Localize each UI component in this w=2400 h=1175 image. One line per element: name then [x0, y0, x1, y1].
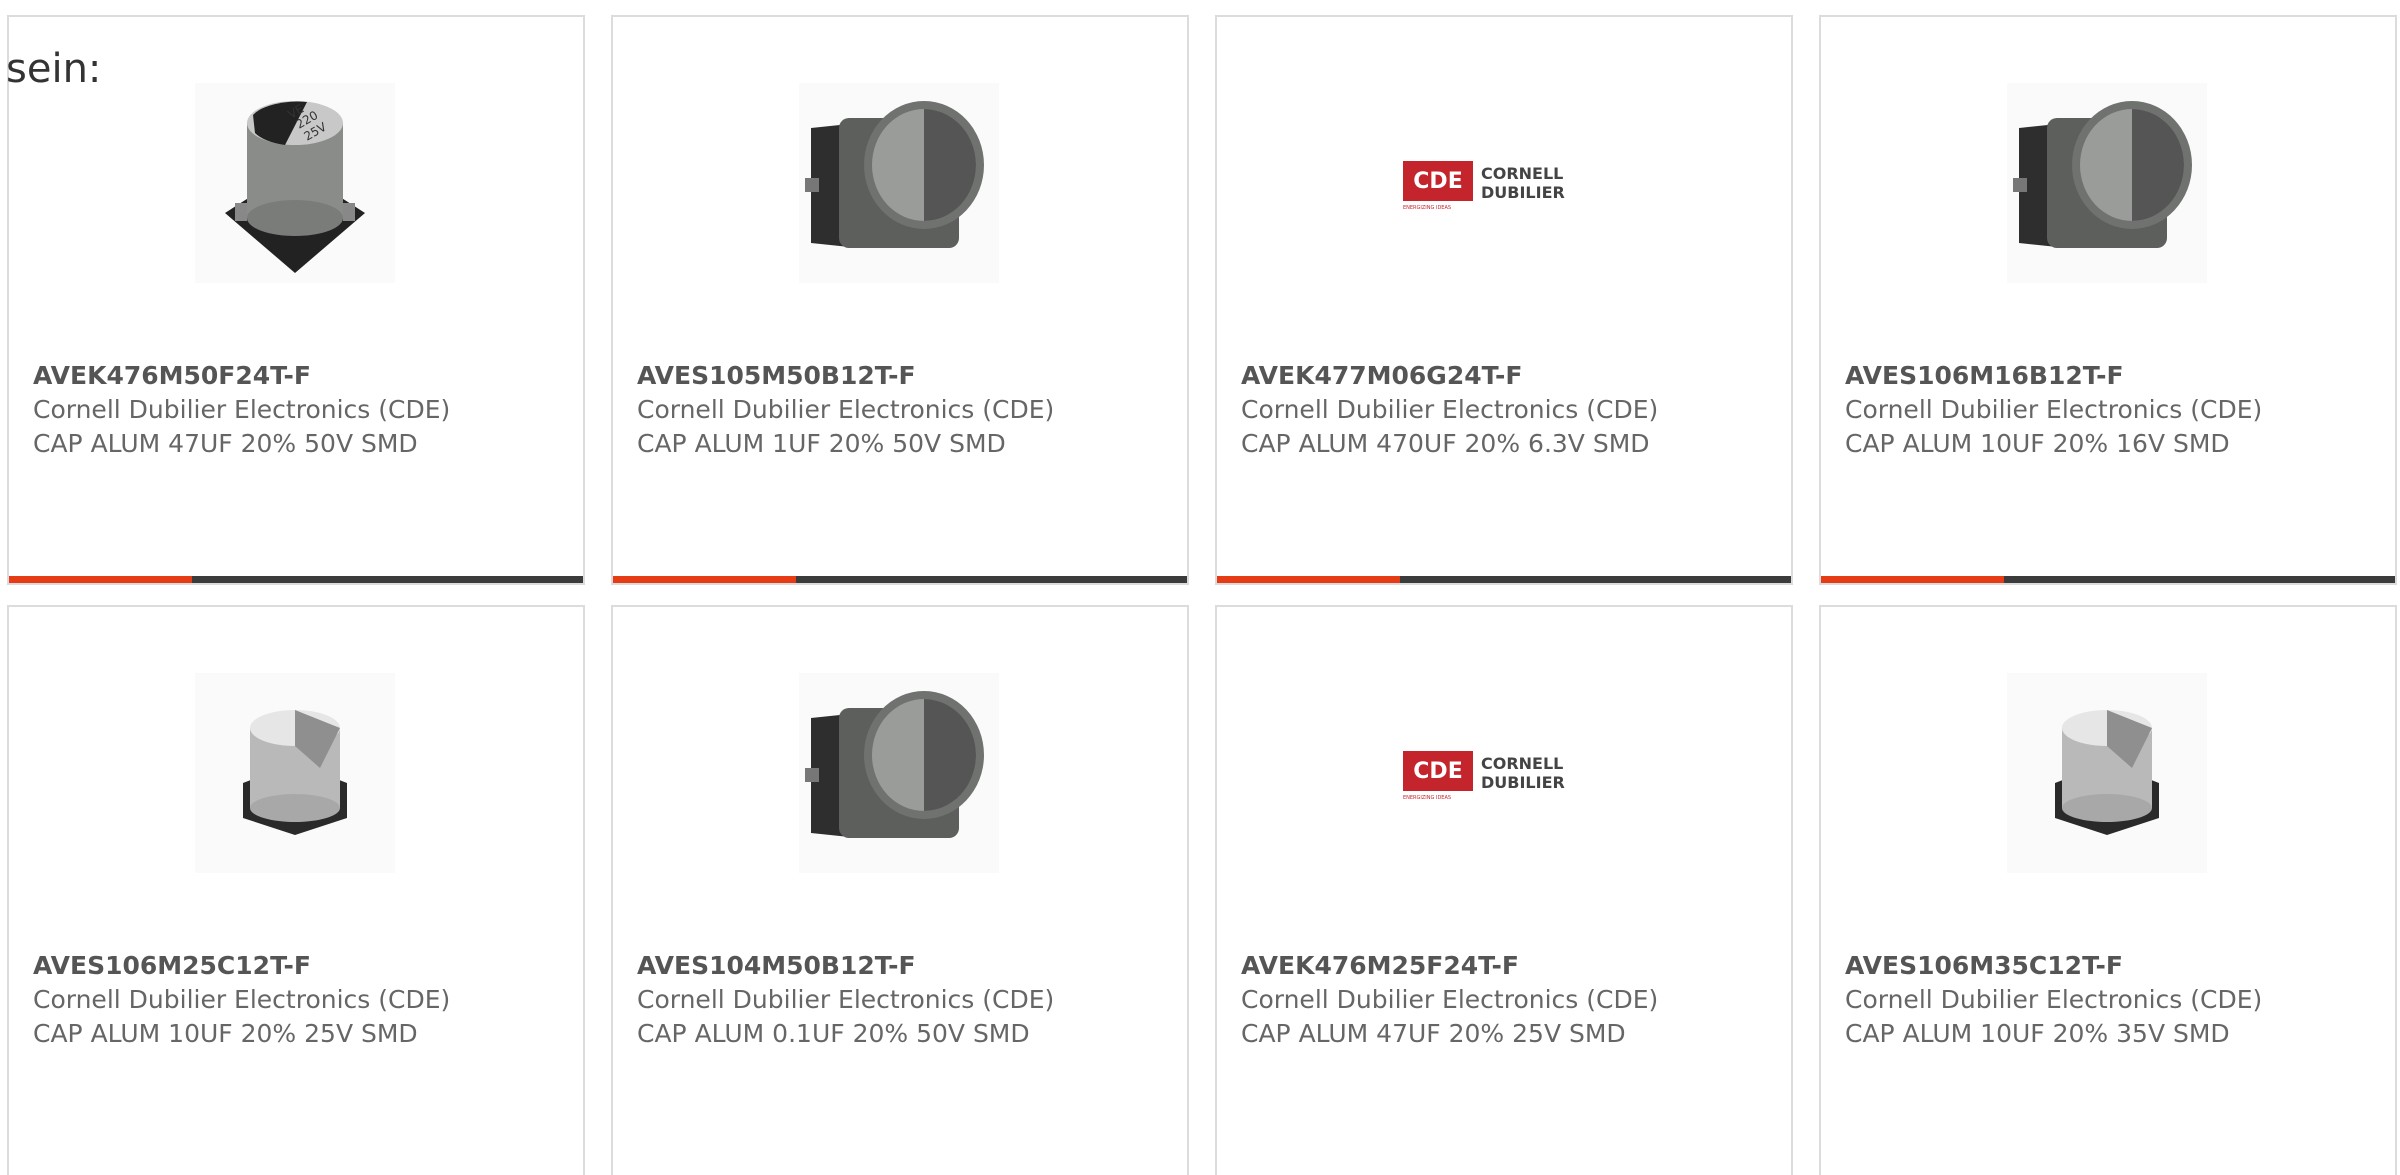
- part-number-link[interactable]: AVES106M16B12T-F: [1845, 359, 2385, 393]
- svg-text:DUBILIER: DUBILIER: [1481, 773, 1565, 792]
- product-description: CAP ALUM 10UF 20% 25V SMD: [33, 1019, 418, 1048]
- part-number-link[interactable]: AVES106M35C12T-F: [1845, 949, 2385, 983]
- part-number-link[interactable]: AVES105M50B12T-F: [637, 359, 1177, 393]
- svg-text:DUBILIER: DUBILIER: [1481, 183, 1565, 202]
- product-description: CAP ALUM 47UF 20% 25V SMD: [1241, 1019, 1626, 1048]
- cde-logo: CDE CORNELL DUBILIER ENERGIZING IDEAS: [1403, 161, 1565, 211]
- part-number-link[interactable]: AVES106M25C12T-F: [33, 949, 573, 983]
- capacitor-silver-icon: [243, 710, 347, 835]
- product-image: [799, 83, 999, 283]
- manufacturer-name: Cornell Dubilier Electronics (CDE): [33, 395, 451, 424]
- svg-text:CDE: CDE: [1413, 169, 1462, 194]
- product-card[interactable]: VE 220 25V AVEK476M50F24T-F Cornell Dubi…: [7, 15, 585, 585]
- svg-text:ENERGIZING IDEAS: ENERGIZING IDEAS: [1403, 795, 1451, 801]
- svg-text:CORNELL: CORNELL: [1481, 754, 1563, 773]
- capacitor-silver-icon: [2055, 710, 2159, 835]
- manufacturer-name: Cornell Dubilier Electronics (CDE): [637, 985, 1055, 1014]
- part-number-link[interactable]: AVEK477M06G24T-F: [1241, 359, 1781, 393]
- product-card[interactable]: AVES104M50B12T-F Cornell Dubilier Electr…: [611, 605, 1189, 1175]
- product-image: [195, 673, 395, 873]
- product-description: CAP ALUM 47UF 20% 50V SMD: [33, 429, 418, 458]
- cde-logo: CDE CORNELL DUBILIER ENERGIZING IDEAS: [1403, 751, 1565, 801]
- product-image: CDE CORNELL DUBILIER ENERGIZING IDEAS: [1403, 673, 1603, 873]
- capacitor-side-icon: [2013, 101, 2192, 248]
- manufacturer-name: Cornell Dubilier Electronics (CDE): [1241, 395, 1659, 424]
- part-number-link[interactable]: AVES104M50B12T-F: [637, 949, 1177, 983]
- product-card[interactable]: CDE CORNELL DUBILIER ENERGIZING IDEAS AV…: [1215, 15, 1793, 585]
- svg-text:ENERGIZING IDEAS: ENERGIZING IDEAS: [1403, 205, 1451, 211]
- card-accent-bar: [1217, 576, 1791, 583]
- intro-text: sein:: [6, 46, 102, 92]
- product-image: CDE CORNELL DUBILIER ENERGIZING IDEAS: [1403, 83, 1603, 283]
- product-card[interactable]: AVES106M25C12T-F Cornell Dubilier Electr…: [7, 605, 585, 1175]
- manufacturer-name: Cornell Dubilier Electronics (CDE): [1845, 395, 2263, 424]
- product-card[interactable]: AVES106M16B12T-F Cornell Dubilier Electr…: [1819, 15, 2397, 585]
- product-image: [2007, 673, 2207, 873]
- svg-text:CORNELL: CORNELL: [1481, 164, 1563, 183]
- capacitor-side-icon: [805, 691, 984, 838]
- manufacturer-name: Cornell Dubilier Electronics (CDE): [1241, 985, 1659, 1014]
- product-image: [2007, 83, 2207, 283]
- product-description: CAP ALUM 1UF 20% 50V SMD: [637, 429, 1006, 458]
- product-description: CAP ALUM 10UF 20% 35V SMD: [1845, 1019, 2230, 1048]
- card-accent-bar: [1821, 576, 2395, 583]
- product-card[interactable]: CDE CORNELL DUBILIER ENERGIZING IDEAS AV…: [1215, 605, 1793, 1175]
- card-accent-bar: [613, 576, 1187, 583]
- capacitor-side-icon: [805, 101, 984, 248]
- part-number-link[interactable]: AVEK476M25F24T-F: [1241, 949, 1781, 983]
- capacitor-black-top-icon: VE 220 25V: [225, 101, 365, 273]
- product-grid: VE 220 25V AVEK476M50F24T-F Cornell Dubi…: [0, 0, 2400, 1175]
- part-number-link[interactable]: AVEK476M50F24T-F: [33, 359, 573, 393]
- product-image: VE 220 25V: [195, 83, 395, 283]
- product-description: CAP ALUM 0.1UF 20% 50V SMD: [637, 1019, 1030, 1048]
- product-image: [799, 673, 999, 873]
- manufacturer-name: Cornell Dubilier Electronics (CDE): [33, 985, 451, 1014]
- product-card[interactable]: AVES105M50B12T-F Cornell Dubilier Electr…: [611, 15, 1189, 585]
- manufacturer-name: Cornell Dubilier Electronics (CDE): [1845, 985, 2263, 1014]
- svg-text:CDE: CDE: [1413, 759, 1462, 784]
- product-description: CAP ALUM 470UF 20% 6.3V SMD: [1241, 429, 1650, 458]
- product-card[interactable]: AVES106M35C12T-F Cornell Dubilier Electr…: [1819, 605, 2397, 1175]
- card-accent-bar: [9, 576, 583, 583]
- manufacturer-name: Cornell Dubilier Electronics (CDE): [637, 395, 1055, 424]
- product-description: CAP ALUM 10UF 20% 16V SMD: [1845, 429, 2230, 458]
